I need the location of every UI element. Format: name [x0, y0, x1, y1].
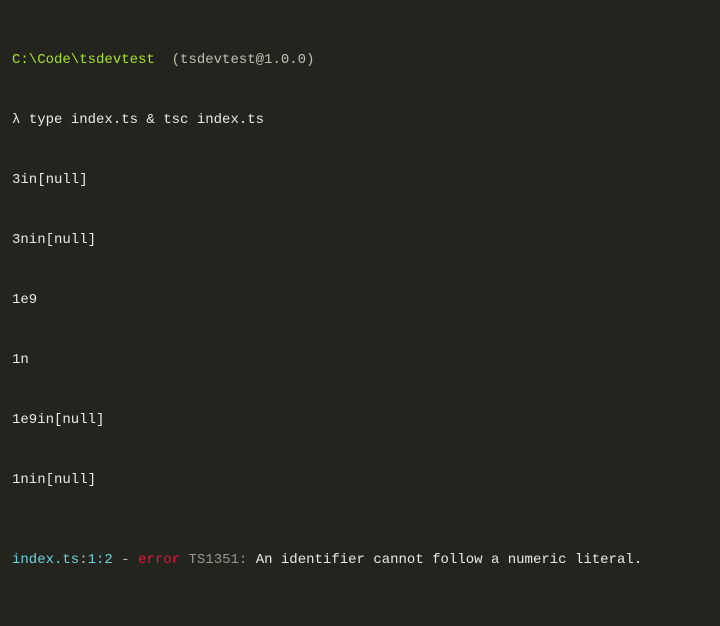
error-location: 1:2: [88, 552, 113, 568]
command-line: λ type index.ts & tsc index.ts: [12, 110, 708, 130]
command-text: type index.ts & tsc index.ts: [29, 112, 264, 128]
terminal[interactable]: C:\Code\tsdevtest (tsdevtest@1.0.0) λ ty…: [0, 0, 720, 626]
type-output-line: 3in[null]: [12, 170, 708, 190]
type-output-line: 1e9: [12, 290, 708, 310]
error-message: An identifier cannot follow a numeric li…: [256, 552, 642, 568]
error-label: error: [138, 552, 180, 568]
package-id: (tsdevtest@1.0.0): [172, 52, 315, 68]
type-output-line: 1n: [12, 350, 708, 370]
error-header: index.ts:1:2 - error TS1351: An identifi…: [12, 550, 708, 570]
prompt-header: C:\Code\tsdevtest (tsdevtest@1.0.0): [12, 50, 708, 70]
error-code: TS1351:: [188, 552, 247, 568]
blank-line: [12, 610, 708, 626]
cwd-path: C:\Code\tsdevtest: [12, 52, 155, 68]
prompt-symbol: λ: [12, 112, 20, 128]
type-output-line: 1e9in[null]: [12, 410, 708, 430]
type-output-line: 3nin[null]: [12, 230, 708, 250]
type-output-line: 1nin[null]: [12, 470, 708, 490]
error-file: index.ts: [12, 552, 79, 568]
